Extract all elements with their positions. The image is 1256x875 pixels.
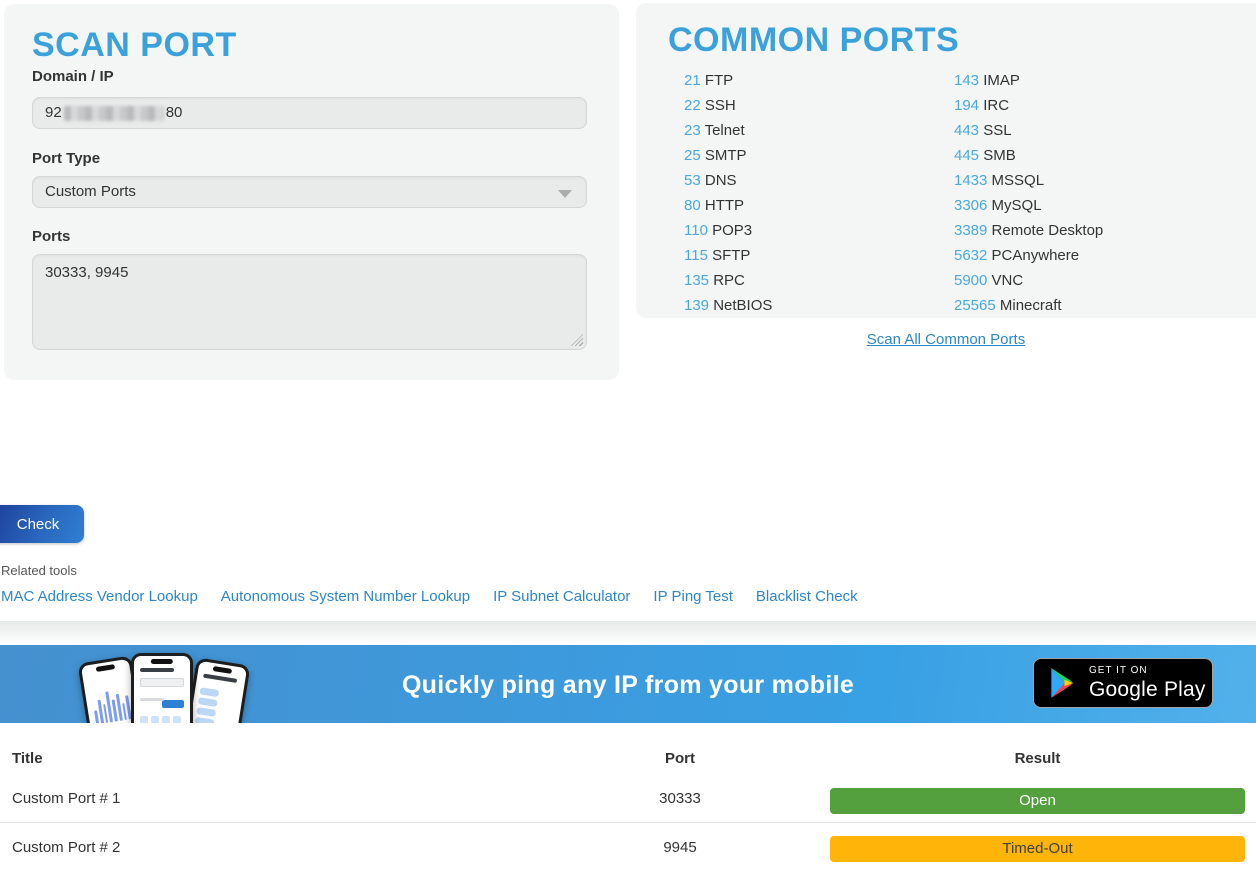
ports-value: 30333, 9945 [45,264,128,281]
link-ip-subnet-calculator[interactable]: IP Subnet Calculator [493,588,630,605]
common-port-item: 53 DNS [684,168,772,193]
common-port-item: 23 Telnet [684,118,772,143]
common-port-item: 25 SMTP [684,143,772,168]
common-ports-column-1: 21 FTP 22 SSH 23 Telnet 25 SMTP 53 DNS 8… [684,68,772,318]
check-button[interactable]: Check [0,505,84,543]
common-port-item: 3306 MySQL [954,193,1103,218]
common-port-item: 445 SMB [954,143,1103,168]
common-port-item: 25565 Minecraft [954,293,1103,318]
common-port-item: 115 SFTP [684,243,772,268]
link-ip-ping-test[interactable]: IP Ping Test [653,588,733,605]
port-type-label: Port Type [32,150,100,167]
page: SCAN PORT Domain / IP 92 80 Port Type Cu… [0,0,1256,875]
common-ports-column-2: 143 IMAP 194 IRC 443 SSL 445 SMB 1433 MS… [954,68,1103,318]
result-row-port: 9945 [600,839,760,856]
resize-grip-icon[interactable] [571,334,583,346]
status-badge-timed-out: Timed-Out [830,836,1245,862]
result-row-title: Custom Port # 2 [12,839,120,856]
section-divider [0,621,1256,643]
ports-label: Ports [32,228,70,245]
domain-ip-value-prefix: 92 [45,98,62,128]
result-row-port: 30333 [600,790,760,807]
scan-all-common-ports-link[interactable]: Scan All Common Ports [867,331,1025,348]
common-port-item: 143 IMAP [954,68,1103,93]
common-ports-panel: COMMON PORTS 21 FTP 22 SSH 23 Telnet 25 … [636,3,1256,318]
scan-all-common-ports: Scan All Common Ports [636,331,1256,349]
link-mac-address-vendor-lookup[interactable]: MAC Address Vendor Lookup [1,588,198,605]
scan-port-panel: SCAN PORT Domain / IP 92 80 Port Type Cu… [4,4,619,380]
gplay-get-it-on: GET IT ON [1089,666,1206,676]
results-header-result: Result [830,750,1245,767]
redacted-ip-segment [64,106,164,121]
ports-textarea[interactable]: 30333, 9945 [32,254,587,350]
phone-mockup-center [131,653,193,723]
common-port-item: 22 SSH [684,93,772,118]
common-port-item: 194 IRC [954,93,1103,118]
common-port-item: 5632 PCAnywhere [954,243,1103,268]
row-divider [0,822,1256,823]
results-header-port: Port [600,750,760,767]
chevron-down-icon [558,190,572,198]
domain-ip-input[interactable]: 92 80 [32,97,587,129]
google-play-text: GET IT ON Google Play [1089,666,1206,700]
link-asn-lookup[interactable]: Autonomous System Number Lookup [221,588,470,605]
status-badge-open: Open [830,788,1245,814]
common-port-item: 80 HTTP [684,193,772,218]
gplay-google-play: Google Play [1089,679,1206,700]
results-header-title: Title [12,750,43,767]
common-port-item: 5900 VNC [954,268,1103,293]
mobile-app-banner: Quickly ping any IP from your mobile GET… [0,645,1256,723]
common-port-item: 443 SSL [954,118,1103,143]
common-ports-title: COMMON PORTS [668,21,959,60]
common-port-item: 21 FTP [684,68,772,93]
link-blacklist-check[interactable]: Blacklist Check [756,588,858,605]
port-type-select[interactable]: Custom Ports [32,176,587,208]
domain-ip-label: Domain / IP [32,68,114,85]
result-row-title: Custom Port # 1 [12,790,120,807]
scan-port-title: SCAN PORT [32,26,237,65]
common-port-item: 135 RPC [684,268,772,293]
common-port-item: 1433 MSSQL [954,168,1103,193]
play-triangle-icon [1047,666,1078,700]
common-port-item: 110 POP3 [684,218,772,243]
related-tools-links: MAC Address Vendor Lookup Autonomous Sys… [1,588,858,605]
domain-ip-value-suffix: 80 [166,98,183,128]
related-tools-label: Related tools [1,563,77,578]
common-port-item: 3389 Remote Desktop [954,218,1103,243]
port-type-selected-value: Custom Ports [45,183,136,200]
google-play-badge[interactable]: GET IT ON Google Play [1033,658,1213,708]
common-port-item: 139 NetBIOS [684,293,772,318]
